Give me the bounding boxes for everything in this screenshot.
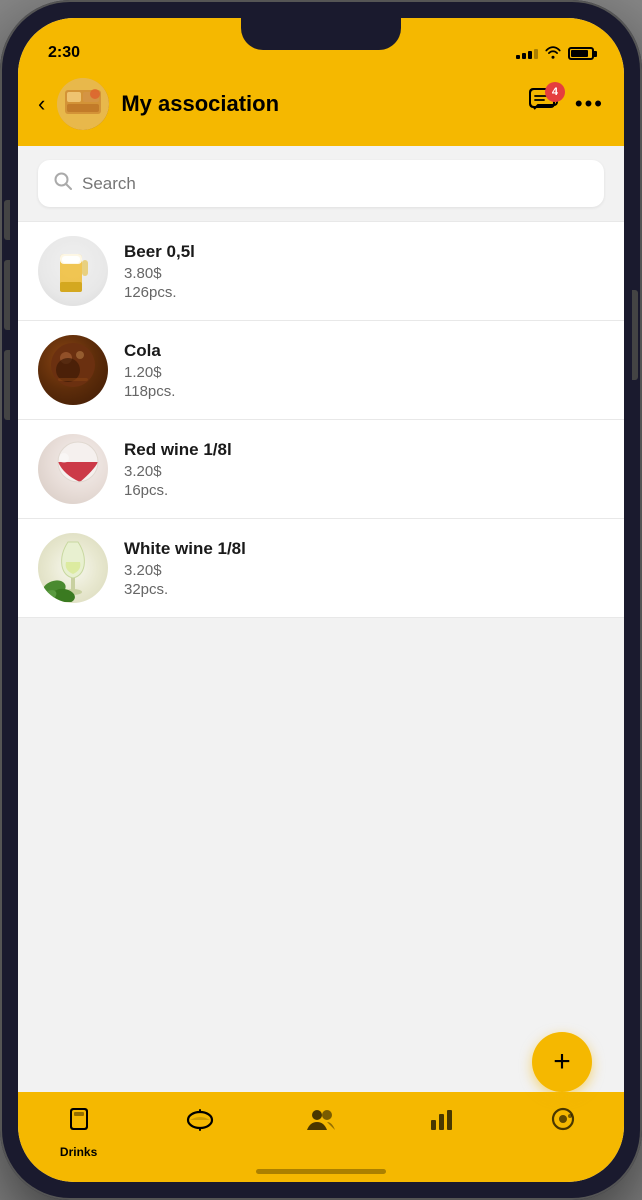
header: ‹ My association [18, 68, 624, 146]
side-button-silent [4, 200, 10, 240]
search-icon [54, 172, 72, 195]
page-title: My association [121, 91, 513, 117]
phone-frame: 2:30 [0, 0, 642, 1200]
item-info: Beer 0,5l 3.80$ 126pcs. [124, 242, 604, 301]
nav-item-drinks[interactable]: Drinks [18, 1102, 139, 1159]
wifi-icon [544, 45, 562, 62]
drinks-icon [66, 1106, 92, 1141]
battery-icon [568, 47, 594, 60]
item-name: White wine 1/8l [124, 539, 604, 559]
item-qty: 16pcs. [124, 482, 604, 499]
item-info: White wine 1/8l 3.20$ 32pcs. [124, 539, 604, 598]
list-item[interactable]: White wine 1/8l 3.20$ 32pcs. [18, 519, 624, 618]
status-time: 2:30 [48, 44, 80, 62]
notch [241, 18, 401, 50]
list-item[interactable]: Cola 1.20$ 118pcs. [18, 321, 624, 420]
item-name: Red wine 1/8l [124, 440, 604, 460]
item-info: Red wine 1/8l 3.20$ 16pcs. [124, 440, 604, 499]
list-spacer [18, 618, 624, 698]
search-input[interactable] [82, 174, 588, 194]
nav-item-food[interactable]: · [139, 1102, 260, 1159]
stats-icon [429, 1106, 455, 1139]
side-button-vol-up [4, 260, 10, 330]
item-price: 3.20$ [124, 463, 604, 480]
item-name: Beer 0,5l [124, 242, 604, 262]
settings-icon [550, 1106, 576, 1139]
search-container [18, 146, 624, 221]
phone-screen: 2:30 [18, 18, 624, 1182]
item-image-redwine [38, 434, 108, 504]
list-item[interactable]: Beer 0,5l 3.80$ 126pcs. [18, 221, 624, 321]
item-price: 3.80$ [124, 265, 604, 282]
product-list: Beer 0,5l 3.80$ 126pcs. C [18, 221, 624, 1092]
notification-badge: 4 [545, 82, 565, 102]
side-button-vol-down [4, 350, 10, 420]
item-price: 3.20$ [124, 562, 604, 579]
item-name: Cola [124, 341, 604, 361]
home-indicator [256, 1169, 386, 1174]
item-image-beer [38, 236, 108, 306]
item-qty: 32pcs. [124, 581, 604, 598]
nav-label-drinks: Drinks [60, 1145, 97, 1159]
nav-item-members[interactable]: · [260, 1102, 381, 1157]
search-box [38, 160, 604, 207]
status-icons [516, 45, 594, 62]
back-button[interactable]: ‹ [38, 91, 45, 117]
chat-button[interactable]: 4 [525, 86, 561, 122]
food-icon [186, 1106, 214, 1141]
item-price: 1.20$ [124, 364, 604, 381]
avatar [57, 78, 109, 130]
nav-item-stats[interactable]: · [382, 1102, 503, 1157]
add-button[interactable]: + [532, 1032, 592, 1092]
item-image-cola [38, 335, 108, 405]
more-button[interactable]: ••• [575, 91, 604, 117]
side-button-power [632, 290, 638, 380]
nav-item-settings[interactable]: · [503, 1102, 624, 1157]
signal-icon [516, 49, 538, 59]
item-image-whitewine [38, 533, 108, 603]
list-item[interactable]: Red wine 1/8l 3.20$ 16pcs. [18, 420, 624, 519]
item-qty: 126pcs. [124, 284, 604, 301]
header-actions: 4 ••• [525, 86, 604, 122]
members-icon [306, 1106, 336, 1139]
item-info: Cola 1.20$ 118pcs. [124, 341, 604, 400]
item-qty: 118pcs. [124, 383, 604, 400]
